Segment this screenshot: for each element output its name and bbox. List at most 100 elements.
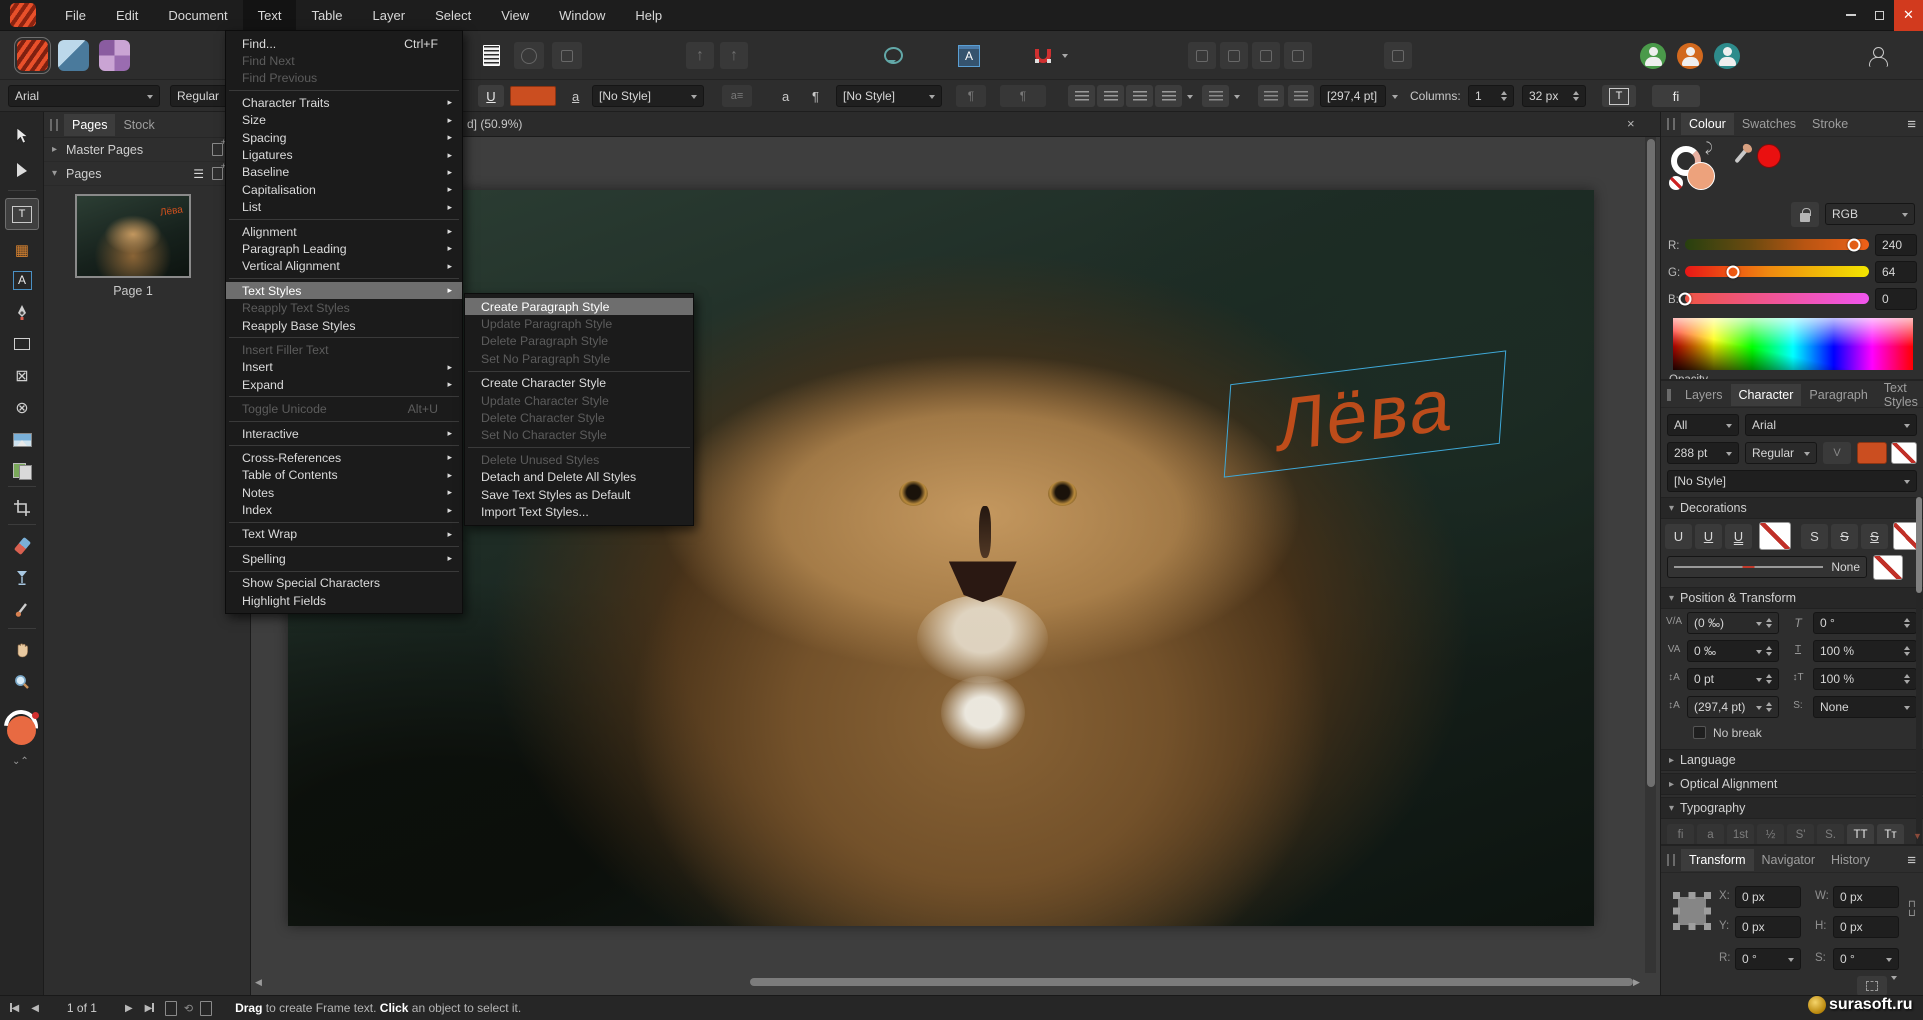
font-weight-select[interactable]: Regular xyxy=(1745,442,1817,464)
single-page-view-icon[interactable] xyxy=(165,1001,177,1016)
tab-swatches[interactable]: Swatches xyxy=(1734,113,1804,135)
line-colour-swatch[interactable] xyxy=(1873,555,1903,580)
apply-master-icon[interactable]: ☰ xyxy=(193,167,204,181)
menubar-item[interactable]: Select xyxy=(420,0,486,31)
align-left-button[interactable] xyxy=(1068,85,1095,107)
menu-item[interactable]: Vertical Alignment xyxy=(226,258,462,275)
leading-button[interactable] xyxy=(1202,85,1229,107)
typography-button[interactable]: 1st xyxy=(1727,824,1754,846)
fill-stroke-colour-indicator[interactable] xyxy=(4,710,40,746)
submenu-item[interactable]: Update Paragraph Style xyxy=(465,315,693,332)
zoom-tool[interactable] xyxy=(5,668,39,696)
menubar-item[interactable]: File xyxy=(50,0,101,31)
h-scale-input[interactable]: 100 % xyxy=(1813,640,1917,662)
submenu-item[interactable]: Update Character Style xyxy=(465,392,693,409)
close-button[interactable]: ✕ xyxy=(1894,0,1923,31)
text-colour-swatch[interactable] xyxy=(510,86,556,106)
x-input[interactable]: 0 px xyxy=(1735,886,1801,908)
menu-item[interactable]: Toggle Unicode Alt+U xyxy=(226,400,462,417)
menu-item[interactable]: Alignment xyxy=(226,223,462,240)
tab-pages[interactable]: Pages xyxy=(64,114,115,136)
submenu-item[interactable]: Save Text Styles as Default xyxy=(465,486,693,503)
menubar-item[interactable]: Text xyxy=(243,0,297,31)
next-page-button[interactable]: ▶ xyxy=(125,1003,133,1014)
menu-item[interactable]: Table of Contents xyxy=(226,467,462,484)
font-size-select[interactable]: 288 pt xyxy=(1667,442,1739,464)
submenu-item[interactable]: Set No Character Style xyxy=(465,427,693,444)
menubar-item[interactable]: Help xyxy=(620,0,677,31)
menu-item[interactable]: Spacing xyxy=(226,129,462,146)
box-tool-button[interactable] xyxy=(552,42,582,69)
menu-item[interactable]: Text Wrap xyxy=(226,526,462,543)
swap-colours-icon[interactable]: ⌄⌃ xyxy=(12,756,29,767)
art-text-tool[interactable]: A xyxy=(5,266,39,294)
transform-mode-button[interactable] xyxy=(1857,976,1887,995)
node-tool[interactable] xyxy=(5,156,39,184)
snapping-button[interactable] xyxy=(1028,42,1058,69)
link-dimensions-icon[interactable]: ⊓⊔ xyxy=(1908,900,1916,918)
two-page-view-icon[interactable] xyxy=(200,1001,212,1016)
eraser-tool[interactable] xyxy=(5,532,39,560)
horizontal-scrollbar[interactable]: ◀ ▶ xyxy=(253,976,1641,988)
colour-spectrum[interactable] xyxy=(1673,318,1913,370)
move-tool[interactable] xyxy=(5,122,39,150)
horizontal-scroll-thumb[interactable] xyxy=(750,978,1633,986)
frame-properties-button[interactable]: T xyxy=(1602,85,1636,107)
vertical-scrollbar[interactable] xyxy=(1645,137,1656,973)
panel-handle-icon[interactable] xyxy=(50,119,58,131)
optical-alignment-header[interactable]: ▸Optical Alignment xyxy=(1661,773,1923,795)
submenu-item[interactable]: Delete Character Style xyxy=(465,409,693,426)
w-input[interactable]: 0 px xyxy=(1833,886,1899,908)
tab-stroke[interactable]: Stroke xyxy=(1804,113,1856,135)
tab-history[interactable]: History xyxy=(1823,849,1878,871)
menu-item[interactable]: Ligatures xyxy=(226,146,462,163)
no-break-checkbox[interactable] xyxy=(1693,726,1706,739)
eyedropper-icon[interactable] xyxy=(1734,149,1747,164)
menu-item[interactable]: Baseline xyxy=(226,164,462,181)
add-master-icon[interactable] xyxy=(212,143,223,156)
menu-item[interactable]: Character Traits xyxy=(226,94,462,111)
typography-button[interactable]: Tᴛ xyxy=(1877,824,1904,846)
slider-handle[interactable] xyxy=(1726,265,1739,278)
tab-stock[interactable]: Stock xyxy=(115,114,162,136)
share-avatar-green-icon[interactable] xyxy=(1640,43,1666,69)
submenu-item[interactable]: Delete Paragraph Style xyxy=(465,333,693,350)
typography-header[interactable]: ▾Typography xyxy=(1661,797,1923,819)
scroll-right-icon[interactable]: ▶ xyxy=(1633,977,1640,988)
menu-item[interactable]: Interactive xyxy=(226,425,462,442)
language-header[interactable]: ▸Language xyxy=(1661,749,1923,771)
transform-mode-dropdown[interactable] xyxy=(1891,980,1897,995)
leading-override-input[interactable]: (297,4 pt) xyxy=(1687,696,1779,718)
align-center-button[interactable] xyxy=(1097,85,1124,107)
swap-colours-icon[interactable]: ⤸ xyxy=(1705,140,1713,156)
menu-item[interactable]: Text Styles xyxy=(226,282,462,299)
b-slider[interactable] xyxy=(1685,293,1869,304)
pen-tool[interactable] xyxy=(5,298,39,326)
font-family-select[interactable]: Arial xyxy=(1745,414,1917,436)
move-back-button[interactable]: ↑ xyxy=(720,42,748,69)
stepper-icon[interactable] xyxy=(1573,88,1579,104)
b-value[interactable]: 0 xyxy=(1875,288,1917,310)
submenu-item[interactable]: Detach and Delete All Styles xyxy=(465,469,693,486)
arrange-button-1[interactable] xyxy=(1188,42,1216,69)
underline-off-button[interactable]: U xyxy=(1665,524,1692,549)
leading-dropdown[interactable] xyxy=(1230,85,1244,107)
menu-item[interactable]: Spelling xyxy=(226,550,462,567)
designer-persona-button[interactable] xyxy=(58,40,89,71)
columns-input[interactable]: 1 xyxy=(1468,85,1514,107)
account-person-icon[interactable] xyxy=(1864,43,1890,69)
submenu-item[interactable]: Create Paragraph Style xyxy=(465,298,693,315)
submenu-item[interactable]: Delete Unused Styles xyxy=(465,451,693,468)
r-slider[interactable] xyxy=(1685,239,1869,250)
menu-item[interactable]: Insert Filler Text xyxy=(226,341,462,358)
submenu-item[interactable]: Set No Paragraph Style xyxy=(465,350,693,367)
menu-item[interactable]: Find Next xyxy=(226,52,462,69)
chevron-down-icon[interactable]: ▾ xyxy=(52,168,66,179)
tab-paragraph[interactable]: Paragraph xyxy=(1801,384,1875,406)
minimize-button[interactable] xyxy=(1836,0,1865,31)
ellipse-tool-button[interactable] xyxy=(514,42,544,69)
position-transform-header[interactable]: ▾Position & Transform xyxy=(1661,587,1923,609)
menu-item[interactable]: Notes xyxy=(226,484,462,501)
gutter-input[interactable]: 32 px xyxy=(1522,85,1586,107)
colour-picker-tool[interactable] xyxy=(5,596,39,624)
